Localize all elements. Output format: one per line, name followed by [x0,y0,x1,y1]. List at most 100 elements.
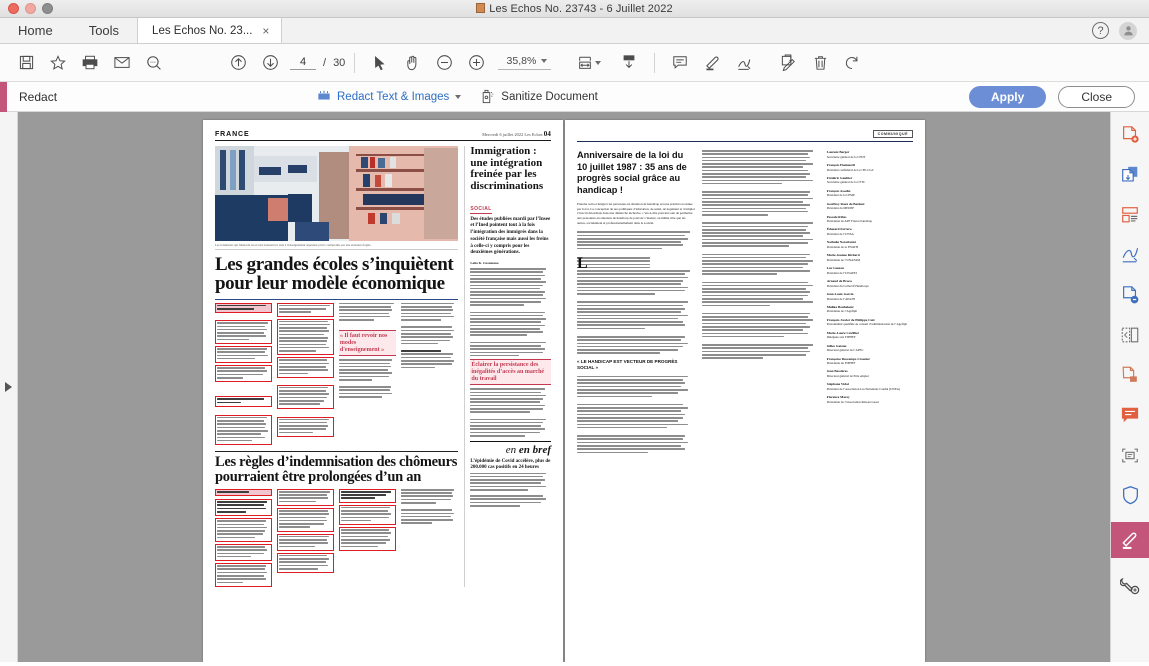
drop-cap: L [577,257,588,273]
list-item: Laurent Berger Secrétaire général de la C… [826,150,866,159]
folio-number: 04 [543,130,551,138]
apply-button[interactable]: Apply [968,85,1047,108]
more-tools-icon[interactable] [1117,572,1143,598]
pdf-page-right[interactable]: COMMUNIQUÉ Anniversaire de la loi du 10 … [565,120,925,662]
edit-pdf-tool-icon[interactable] [1117,202,1143,228]
redact-toolbar-title: Redact [19,89,58,104]
zoom-level-control[interactable]: 35,8% [498,55,552,70]
sidebar-standfirst: Des études publiées mardi par l’Insee et… [470,216,551,256]
acrobat-window: Les Echos No. 23743 - 6 Juillet 2022 Hom… [0,0,1149,666]
signatory-list: Laurent Berger Secrétaire général de la C… [827,150,913,404]
bref-headline: L’épidémie de Covid accélère, plus de 20… [470,458,551,470]
comment-icon[interactable] [664,48,696,78]
article-photo [215,146,458,241]
list-item: Jean Bassières Directeur général de Pôle … [826,369,869,378]
close-icon[interactable]: × [260,24,271,38]
protect-tool-icon[interactable] [1117,482,1143,508]
right-column-2[interactable] [701,150,820,455]
menu-home[interactable]: Home [0,18,71,43]
titlebar-actions: ? [1092,18,1149,43]
organize-pages-tool-icon[interactable] [1117,322,1143,348]
article2-column-3[interactable] [338,488,396,587]
stamp-icon[interactable] [772,48,804,78]
photo-caption: Les fondations qui financent les écoles … [215,243,458,251]
list-item: Florence Marey Présidente de l’associatio… [826,395,879,404]
sidebar-headline: Immigration : une intégration freinée pa… [470,145,544,192]
zoom-out-icon[interactable] [428,48,460,78]
left-panel-toggle[interactable] [0,112,18,662]
close-button[interactable]: Close [1058,85,1135,108]
star-icon[interactable] [42,48,74,78]
sidebar-article[interactable]: Immigration : une intégration freinée pa… [470,145,551,587]
article2-column-1[interactable] [215,488,272,587]
sanitize-document-button[interactable]: Sanitize Document [481,89,598,104]
en-bref-header: en en bref [470,440,551,456]
rotate-icon[interactable] [836,48,868,78]
create-form-tool-icon[interactable] [1117,362,1143,388]
help-icon[interactable]: ? [1092,22,1109,39]
right-column-1[interactable]: Anniversaire de la loi du 10 juillet 198… [577,150,695,455]
redact-toolbar: Redact Redact Text & Images Sanitize Doc… [0,81,1149,112]
user-avatar-icon[interactable] [1119,21,1137,40]
menu-tools[interactable]: Tools [71,18,137,43]
article-column-4[interactable] [400,302,458,445]
article2-column-2[interactable] [276,488,334,587]
right-headline: Anniversaire de la loi du 10 juillet 198… [577,150,687,195]
toolbar-divider [354,52,356,73]
article2-column-4[interactable] [400,488,458,587]
next-page-button[interactable] [254,48,286,78]
list-item: François Asselin Président de la CPME [826,188,855,198]
create-pdf-tool-icon[interactable] [1117,122,1143,148]
pull-quote: « LE HANDICAP EST VECTEUR DE PROGRÈS SOC… [577,358,678,370]
signatories-column[interactable]: Laurent Berger Secrétaire général de la C… [827,150,913,455]
section-label: FRANCE [215,131,250,138]
window-titlebar: Les Echos No. 23743 - 6 Juillet 2022 [0,0,1149,18]
export-pdf-tool-icon[interactable] [1117,282,1143,308]
page-header: FRANCE Mercredi 6 juillet 2022 Les Echos… [215,130,551,141]
zoom-in-icon[interactable] [460,48,492,78]
trash-icon[interactable] [804,48,836,78]
search-icon[interactable] [138,48,170,78]
list-item: Marie-Jeanne Richard Présidente de l’UNAF… [826,253,861,262]
article-column-1[interactable] [215,302,272,446]
comment-tool-icon[interactable] [1117,402,1143,428]
column-rule [463,146,465,587]
fit-page-chevron-icon[interactable] [595,60,602,65]
redact-tool-icon[interactable] [1110,522,1149,558]
email-icon[interactable] [106,48,138,78]
combine-files-tool-icon[interactable] [1117,162,1143,188]
print-icon[interactable] [74,48,106,78]
redact-text-images-label: Redact Text & Images [337,90,450,103]
pdf-canvas[interactable]: FRANCE Mercredi 6 juillet 2022 Les Echos… [18,112,1110,662]
article-column-3[interactable]: « Il faut revoir nos modes d'enseignemen… [338,302,396,445]
page-number-input[interactable] [290,55,316,70]
list-item: Pascale Ribes Présidente de APF France ha… [826,214,873,224]
chevron-down-icon[interactable] [455,94,462,99]
main-toolbar: / 30 35,8% [0,44,1149,82]
hand-icon[interactable] [396,48,428,78]
fill-and-sign-tool-icon[interactable] [1117,242,1143,268]
expand-panel-arrow-icon[interactable] [5,382,12,392]
tab-strip: Home Tools Les Echos No. 23... × ? [0,18,1149,44]
document-tab[interactable]: Les Echos No. 23... × [137,18,283,43]
pdf-page-left[interactable]: FRANCE Mercredi 6 juillet 2022 Les Echos… [203,120,563,662]
page-scroll-icon[interactable] [613,48,645,78]
save-icon[interactable] [10,48,42,78]
sidebar-kicker: SOCIAL [470,205,492,214]
tab-strip-filler [282,18,1092,43]
list-item: François Hommeril Président confédéral de… [826,162,874,172]
scan-ocr-tool-icon[interactable] [1117,442,1143,468]
previous-page-button[interactable] [222,48,254,78]
list-item: Arnaud de Broca Président du Collectif Ha… [826,279,869,288]
sign-icon[interactable] [728,48,760,78]
window-title: Les Echos No. 23743 - 6 Juillet 2022 [0,2,1149,15]
highlight-pen-icon[interactable] [696,48,728,78]
redact-text-images-button[interactable]: Redact Text & Images [317,90,462,103]
page-spread: FRANCE Mercredi 6 juillet 2022 Les Echos… [203,120,925,662]
redact-actions: Redact Text & Images Sanitize Document [317,89,598,104]
redact-accent-bar [0,81,7,112]
article-column-2[interactable] [276,302,334,445]
chevron-down-icon[interactable] [541,59,548,63]
headline-primary: Les grandes écoles s’inquiètent pour leu… [215,254,454,295]
cursor-icon[interactable] [364,48,396,78]
